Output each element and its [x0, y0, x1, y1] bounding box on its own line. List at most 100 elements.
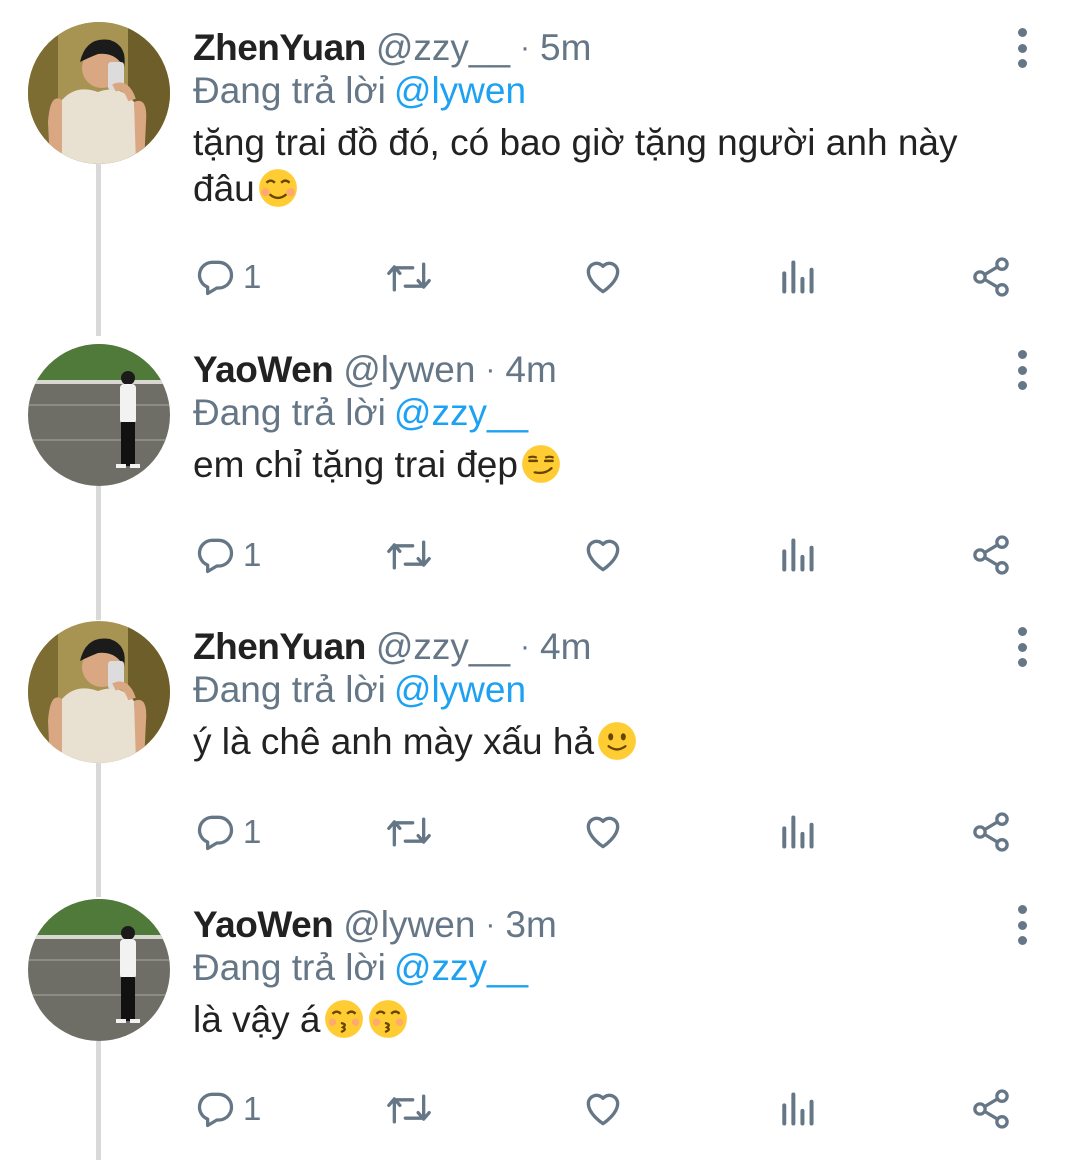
thread-line	[96, 763, 101, 897]
more-vertical-icon	[1017, 905, 1027, 914]
avatar[interactable]	[28, 344, 170, 486]
more-options-button[interactable]	[1004, 905, 1040, 945]
reply-count: 1	[243, 258, 262, 295]
reply-button[interactable]: 1	[193, 530, 261, 580]
analytics-icon	[782, 1092, 814, 1126]
mention-link[interactable]: @zzy__	[394, 947, 528, 988]
user-handle[interactable]: @lywen	[343, 349, 475, 391]
action-bar: 1	[193, 530, 1023, 580]
tweet-header: YaoWen @lywen · 4m	[193, 344, 557, 396]
smirking-face-icon	[522, 445, 560, 483]
more-vertical-icon	[1017, 28, 1027, 37]
reply-icon	[197, 1092, 234, 1128]
avatar[interactable]	[28, 899, 170, 1041]
more-options-button[interactable]	[1004, 350, 1040, 390]
reply-count: 1	[243, 1090, 262, 1127]
replying-to-label: Đang trả lời	[193, 70, 386, 111]
heart-icon	[586, 261, 620, 294]
timestamp[interactable]: 3m	[505, 904, 556, 946]
separator-dot: ·	[485, 353, 496, 386]
replying-to-label: Đang trả lời	[193, 392, 386, 433]
tweet-text: tặng trai đồ đó, có bao giờ tặng người a…	[193, 120, 1013, 212]
reply-icon	[197, 538, 234, 574]
reply-count: 1	[243, 813, 262, 850]
share-button[interactable]	[969, 530, 1013, 580]
retweet-button[interactable]	[385, 530, 433, 580]
thread-line	[96, 1041, 101, 1160]
analytics-button[interactable]	[777, 252, 817, 302]
share-button[interactable]	[969, 1084, 1013, 1134]
display-name[interactable]: YaoWen	[193, 904, 334, 946]
analytics-button[interactable]	[777, 807, 817, 857]
display-name[interactable]: ZhenYuan	[193, 27, 366, 69]
replying-to: Đang trả lời @zzy__	[193, 392, 528, 434]
more-options-button[interactable]	[1004, 627, 1040, 667]
reply-count: 1	[243, 536, 262, 573]
mention-link[interactable]: @zzy__	[394, 392, 528, 433]
heart-icon	[586, 539, 620, 572]
timestamp[interactable]: 5m	[540, 27, 591, 69]
tweet-header: ZhenYuan @zzy__ · 4m	[193, 621, 591, 673]
heart-icon	[586, 816, 620, 849]
like-button[interactable]	[581, 530, 625, 580]
reply-icon	[197, 260, 234, 296]
smiling-face-with-smiling-eyes-icon	[258, 169, 297, 207]
thread-line	[96, 486, 101, 620]
retweet-button[interactable]	[385, 1084, 433, 1134]
action-bar: 1	[193, 807, 1023, 857]
more-options-button[interactable]	[1004, 28, 1040, 68]
reply-icon	[197, 815, 234, 851]
reply-button[interactable]: 1	[193, 807, 261, 857]
share-icon	[973, 535, 1009, 575]
separator-dot: ·	[485, 908, 496, 941]
tweet-text-content: tặng trai đồ đó, có bao giờ tặng người a…	[193, 122, 958, 209]
replying-to: Đang trả lời @lywen	[193, 70, 526, 112]
tweet-text-content: ý là chê anh mày xấu hả	[193, 721, 595, 762]
more-vertical-icon	[1017, 627, 1027, 636]
share-button[interactable]	[969, 252, 1013, 302]
share-icon	[973, 812, 1009, 852]
retweet-icon	[387, 817, 431, 847]
action-bar: 1	[193, 1084, 1023, 1134]
slightly-smiling-face-icon	[598, 722, 636, 760]
retweet-icon	[387, 540, 431, 570]
more-vertical-icon	[1017, 350, 1027, 359]
tweet-text: em chỉ tặng trai đẹp	[193, 442, 1013, 488]
reply-button[interactable]: 1	[193, 252, 261, 302]
user-handle[interactable]: @zzy__	[376, 626, 510, 668]
share-icon	[973, 257, 1009, 297]
like-button[interactable]	[581, 252, 625, 302]
analytics-button[interactable]	[777, 530, 817, 580]
analytics-icon	[782, 815, 814, 849]
display-name[interactable]: ZhenYuan	[193, 626, 366, 668]
replying-to-label: Đang trả lời	[193, 947, 386, 988]
reply-button[interactable]: 1	[193, 1084, 261, 1134]
share-icon	[973, 1089, 1009, 1129]
analytics-button[interactable]	[777, 1084, 817, 1134]
like-button[interactable]	[581, 1084, 625, 1134]
timestamp[interactable]: 4m	[540, 626, 591, 668]
mention-link[interactable]: @lywen	[394, 70, 526, 111]
avatar[interactable]	[28, 22, 170, 164]
share-button[interactable]	[969, 807, 1013, 857]
analytics-icon	[782, 538, 814, 572]
mention-link[interactable]: @lywen	[394, 669, 526, 710]
analytics-icon	[782, 260, 814, 294]
tweet-text-content: em chỉ tặng trai đẹp	[193, 444, 518, 485]
user-handle[interactable]: @zzy__	[376, 27, 510, 69]
timestamp[interactable]: 4m	[505, 349, 556, 391]
tweet-text-content: là vậy á	[193, 999, 321, 1040]
retweet-button[interactable]	[385, 252, 433, 302]
display-name[interactable]: YaoWen	[193, 349, 334, 391]
tweet-text: là vậy á	[193, 997, 1013, 1043]
user-handle[interactable]: @lywen	[343, 904, 475, 946]
separator-dot: ·	[520, 630, 531, 663]
retweet-button[interactable]	[385, 807, 433, 857]
action-bar: 1	[193, 252, 1023, 302]
tweet-text: ý là chê anh mày xấu hả	[193, 719, 1013, 765]
avatar[interactable]	[28, 621, 170, 763]
like-button[interactable]	[581, 807, 625, 857]
reply-thread: ZhenYuan @zzy__ · 5m Đang trả lời @lywen …	[0, 0, 1080, 1160]
separator-dot: ·	[520, 31, 531, 64]
heart-icon	[586, 1093, 620, 1126]
